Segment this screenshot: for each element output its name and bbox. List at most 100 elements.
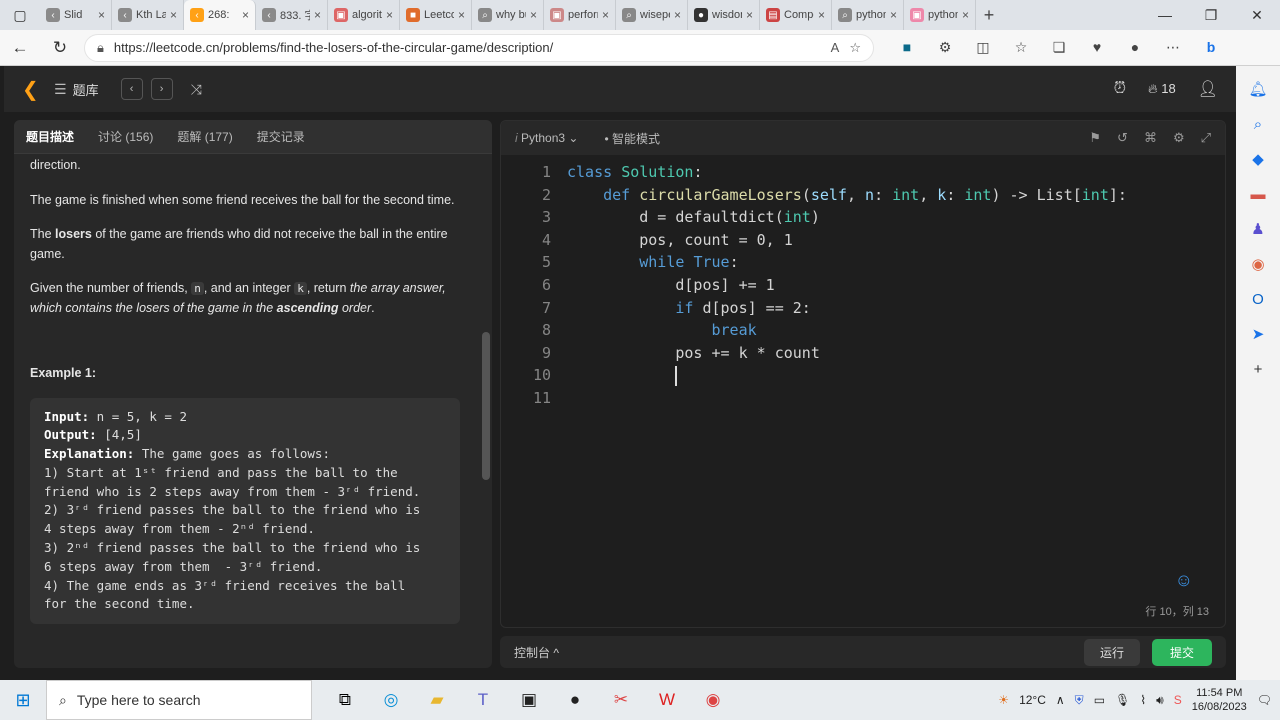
browser-tab[interactable]: ⌕ why buil × [472, 0, 544, 30]
shuffle-icon[interactable]: ⤨ [191, 81, 202, 98]
browser-tab[interactable]: ‹ Kth Larg × [112, 0, 184, 30]
browser-tab[interactable]: ⌕ wisepea × [616, 0, 688, 30]
console-toggle[interactable]: 控制台 ^ [514, 644, 559, 661]
code-area[interactable]: 1 class Solution: 2 def circularGameLoser… [501, 161, 1225, 410]
close-tab-icon[interactable]: × [242, 8, 249, 22]
language-select[interactable]: i Python3 ⌄ [515, 131, 578, 145]
teams-icon[interactable]: T [460, 690, 506, 710]
collections-icon[interactable]: ❏ [1040, 39, 1078, 56]
close-tab-icon[interactable]: × [170, 8, 177, 22]
user-avatar[interactable]: 👤︎ [1198, 79, 1218, 99]
tray-expand-icon[interactable]: ∧ [1056, 693, 1065, 707]
games-icon[interactable]: ♟ [1245, 216, 1271, 242]
close-tab-icon[interactable]: × [674, 8, 681, 22]
browser-tab[interactable]: ‹ 833. 字 × [256, 0, 328, 30]
feedback-smiley-icon[interactable]: ☺ [1175, 570, 1193, 591]
streak-counter[interactable]: 🔥︎ 18 [1148, 81, 1176, 97]
chrome-icon[interactable]: ◉ [690, 690, 736, 710]
notifications-icon[interactable]: 🗨︎ [1257, 693, 1272, 707]
add-sidebar-icon[interactable]: + [1245, 356, 1271, 382]
more-menu-icon[interactable]: ⋯ [1154, 39, 1192, 56]
submit-button[interactable]: 提交 [1151, 638, 1212, 666]
extensions-puzzle-icon[interactable]: ⚙ [926, 39, 964, 56]
problem-bank-link[interactable]: 题库 [73, 80, 99, 99]
weather-icon[interactable]: ☀ [998, 693, 1009, 707]
favorite-star-icon[interactable]: ☆ [849, 40, 861, 56]
bookmark-icon[interactable]: ⚑ [1089, 130, 1101, 146]
snipping-tool-icon[interactable]: ✂ [598, 690, 644, 710]
close-tab-icon[interactable]: × [602, 8, 609, 22]
list-icon[interactable]: ☰ [54, 81, 67, 98]
back-icon[interactable]: ← [0, 38, 40, 58]
fullscreen-icon[interactable]: ⤢ [1201, 130, 1211, 146]
url-bar[interactable]: 🔒︎ https://leetcode.cn/problems/find-the… [84, 33, 874, 62]
smart-mode-toggle[interactable]: • 智能模式 [604, 130, 660, 147]
taskbar-search-box[interactable]: ⌕ Type here to search [46, 680, 312, 720]
url-text[interactable]: https://leetcode.cn/problems/find-the-lo… [114, 40, 821, 55]
description-scrollbar[interactable] [482, 332, 490, 480]
close-window-icon[interactable]: ✕ [1234, 7, 1280, 24]
alarm-clock-icon[interactable]: ⏰︎ [1114, 80, 1126, 98]
shopping-tag-icon[interactable]: ◆ [1245, 146, 1271, 172]
tools-briefcase-icon[interactable]: ▬ [1245, 181, 1271, 207]
tab-actions-icon[interactable]: ▢ [0, 0, 40, 30]
close-tab-icon[interactable]: × [962, 8, 969, 22]
close-tab-icon[interactable]: × [314, 8, 321, 22]
clock[interactable]: 11:54 PM 16/08/2023 [1192, 686, 1247, 714]
tab-submissions[interactable]: 提交记录 [257, 128, 305, 145]
run-button[interactable]: 运行 [1083, 638, 1140, 666]
search-icon[interactable]: ⌕ [1245, 111, 1271, 137]
network-icon[interactable]: ⌇ [1140, 693, 1146, 707]
volume-icon[interactable]: 🔊︎ [1156, 693, 1164, 708]
close-tab-icon[interactable]: × [458, 8, 465, 22]
browser-tab[interactable]: ▣ python - × [904, 0, 976, 30]
notification-icon[interactable]: 🔔︎ [1245, 76, 1271, 102]
close-tab-icon[interactable]: × [818, 8, 825, 22]
close-tab-icon[interactable]: × [746, 8, 753, 22]
browser-tab[interactable]: ● wisdom × [688, 0, 760, 30]
microphone-icon[interactable]: 🎙︎ [1115, 693, 1130, 707]
browser-tab[interactable]: ▤ Compet × [760, 0, 832, 30]
tab-description[interactable]: 题目描述 [26, 128, 74, 145]
outlook-icon[interactable]: O [1245, 286, 1271, 312]
battery-icon[interactable]: ▭ [1094, 693, 1105, 707]
minimize-icon[interactable]: — [1142, 7, 1188, 24]
sogou-input-icon[interactable]: S [1174, 693, 1182, 707]
maximize-icon[interactable]: ❐ [1188, 7, 1234, 24]
close-tab-icon[interactable]: × [98, 8, 105, 22]
browser-tab[interactable]: ‹ Slid × [40, 0, 112, 30]
next-problem-button[interactable]: › [150, 78, 173, 100]
extension-icon[interactable]: ■ [888, 39, 926, 56]
temperature[interactable]: 12°C [1019, 693, 1046, 707]
terminal-icon[interactable]: ▣ [506, 690, 552, 710]
windows-start-icon[interactable]: ⊞ [0, 690, 46, 711]
shortcut-icon[interactable]: ⌘ [1144, 130, 1157, 146]
edge-app-icon[interactable]: ◎ [368, 690, 414, 710]
close-tab-icon[interactable]: × [890, 8, 897, 22]
browser-tab[interactable]: ▣ perform × [544, 0, 616, 30]
reset-code-icon[interactable]: ↺ [1117, 130, 1128, 146]
profile-avatar[interactable]: ● [1116, 39, 1154, 56]
read-aloud-icon[interactable]: A [831, 40, 840, 55]
refresh-icon[interactable]: ↻ [40, 38, 80, 58]
task-view-icon[interactable]: ⧉ [322, 690, 368, 710]
browser-tab[interactable]: ⌕ python l × [832, 0, 904, 30]
settings-gear-icon[interactable]: ⚙ [1173, 130, 1185, 146]
office-icon[interactable]: ◉ [1245, 251, 1271, 277]
tab-solutions[interactable]: 题解 (177) [177, 128, 232, 145]
obs-icon[interactable]: ● [552, 690, 598, 710]
send-icon[interactable]: ➤ [1245, 321, 1271, 347]
close-tab-icon[interactable]: × [530, 8, 537, 22]
bing-copilot-icon[interactable]: b [1192, 39, 1230, 56]
security-shield-icon[interactable]: ⛨ [1075, 693, 1084, 708]
leetcode-logo-icon[interactable]: ❮ [22, 77, 54, 102]
close-tab-icon[interactable]: × [386, 8, 393, 22]
browser-tab[interactable]: ▣ algorithr × [328, 0, 400, 30]
file-explorer-icon[interactable]: ▰ [414, 690, 460, 710]
split-screen-icon[interactable]: ◫ [964, 39, 1002, 56]
new-tab-button[interactable]: + [976, 5, 1002, 26]
tab-discussion[interactable]: 讨论 (156) [98, 128, 153, 145]
performance-icon[interactable]: ♥ [1078, 39, 1116, 56]
favorites-icon[interactable]: ☆ [1002, 39, 1040, 56]
wps-icon[interactable]: W [644, 690, 690, 710]
